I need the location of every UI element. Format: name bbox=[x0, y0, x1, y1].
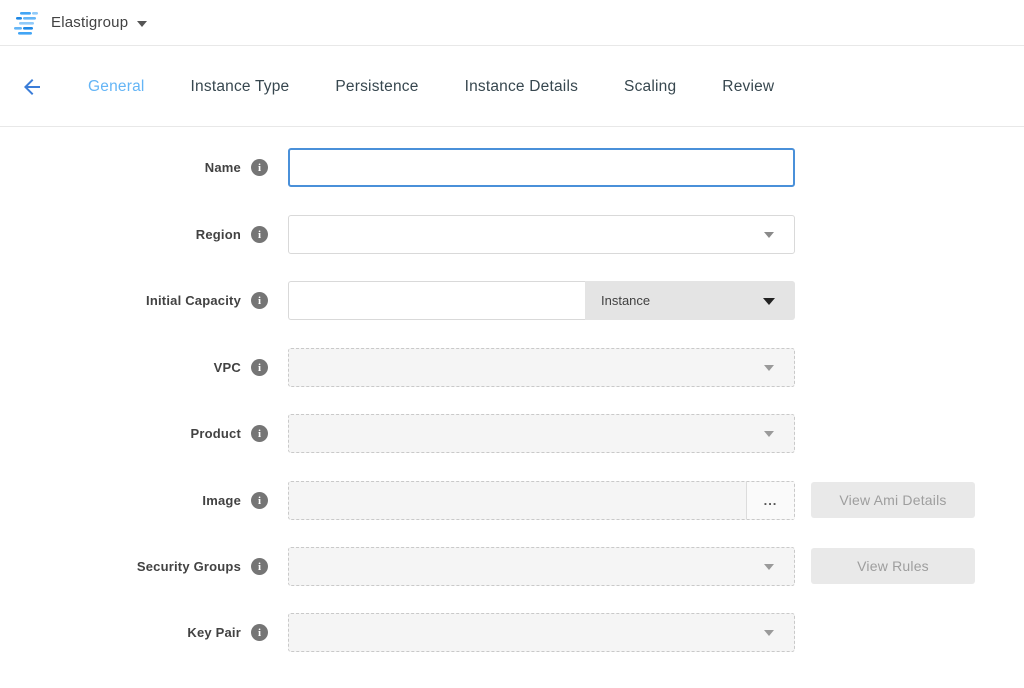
capacity-unit-select[interactable]: Instance bbox=[585, 281, 795, 320]
image-input: ... bbox=[288, 481, 795, 520]
name-input[interactable] bbox=[288, 148, 795, 187]
chevron-down-icon bbox=[764, 630, 774, 636]
name-label: Name bbox=[205, 160, 241, 175]
initial-capacity-input[interactable] bbox=[288, 281, 585, 320]
app-title[interactable]: Elastigroup bbox=[51, 14, 128, 31]
wizard-tab-bar: General Instance Type Persistence Instan… bbox=[0, 47, 1024, 127]
elastigroup-logo-icon bbox=[14, 11, 42, 35]
chevron-down-icon bbox=[764, 232, 774, 238]
security-groups-select bbox=[288, 547, 795, 586]
region-label: Region bbox=[196, 227, 241, 242]
tab-review[interactable]: Review bbox=[722, 78, 774, 96]
chevron-down-icon bbox=[763, 298, 775, 305]
general-step-form: Name i Region i Initial Capacity i bbox=[0, 127, 1024, 688]
vpc-select bbox=[288, 348, 795, 387]
region-row: Region i bbox=[0, 215, 795, 254]
key-pair-info-icon[interactable]: i bbox=[251, 624, 268, 641]
tab-scaling[interactable]: Scaling bbox=[624, 78, 676, 96]
initial-capacity-info-icon[interactable]: i bbox=[251, 292, 268, 309]
chevron-down-icon bbox=[764, 564, 774, 570]
name-row: Name i bbox=[0, 148, 795, 187]
product-row: Product i bbox=[0, 414, 795, 453]
name-info-icon[interactable]: i bbox=[251, 159, 268, 176]
initial-capacity-label: Initial Capacity bbox=[146, 293, 241, 308]
tab-persistence[interactable]: Persistence bbox=[335, 78, 418, 96]
image-info-icon[interactable]: i bbox=[251, 492, 268, 509]
image-label: Image bbox=[202, 493, 241, 508]
key-pair-label: Key Pair bbox=[187, 625, 241, 640]
wizard-tabs: General Instance Type Persistence Instan… bbox=[88, 78, 774, 96]
security-groups-info-icon[interactable]: i bbox=[251, 558, 268, 575]
product-select bbox=[288, 414, 795, 453]
region-info-icon[interactable]: i bbox=[251, 226, 268, 243]
app-title-caret-icon[interactable] bbox=[137, 21, 147, 27]
vpc-label: VPC bbox=[214, 360, 241, 375]
image-row: Image i ... View Ami Details bbox=[0, 481, 795, 520]
elastigroup-app: Elastigroup General Instance Type Persis… bbox=[0, 0, 1024, 688]
tab-instance-details[interactable]: Instance Details bbox=[465, 78, 578, 96]
back-arrow-button[interactable] bbox=[20, 75, 44, 99]
tab-instance-type[interactable]: Instance Type bbox=[191, 78, 290, 96]
vpc-row: VPC i bbox=[0, 348, 795, 387]
security-groups-row: Security Groups i View Rules bbox=[0, 547, 795, 586]
image-browse-button[interactable]: ... bbox=[746, 482, 794, 519]
app-header: Elastigroup bbox=[0, 0, 1024, 46]
chevron-down-icon bbox=[764, 431, 774, 437]
initial-capacity-row: Initial Capacity i Instance bbox=[0, 281, 795, 320]
region-select[interactable] bbox=[288, 215, 795, 254]
vpc-info-icon[interactable]: i bbox=[251, 359, 268, 376]
security-groups-label: Security Groups bbox=[137, 559, 241, 574]
view-rules-button[interactable]: View Rules bbox=[811, 548, 975, 584]
capacity-unit-value: Instance bbox=[601, 293, 650, 308]
view-ami-details-button[interactable]: View Ami Details bbox=[811, 482, 975, 518]
chevron-down-icon bbox=[764, 365, 774, 371]
product-label: Product bbox=[190, 426, 241, 441]
tab-general[interactable]: General bbox=[88, 78, 145, 96]
key-pair-row: Key Pair i bbox=[0, 613, 795, 652]
key-pair-select bbox=[288, 613, 795, 652]
product-info-icon[interactable]: i bbox=[251, 425, 268, 442]
